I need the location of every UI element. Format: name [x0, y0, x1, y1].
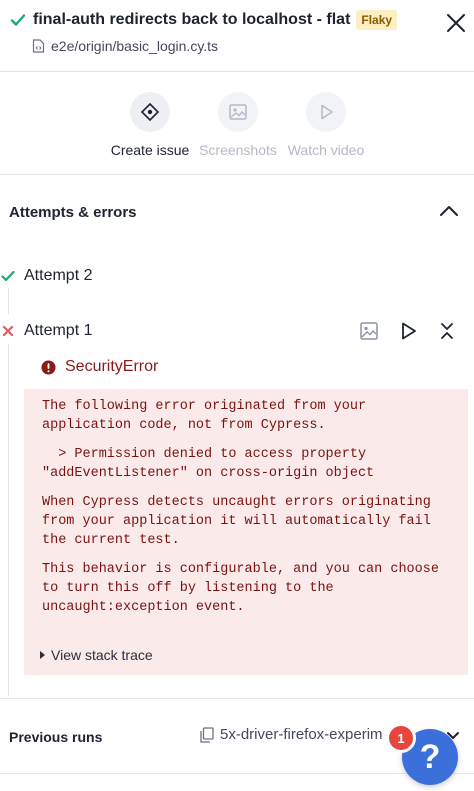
chevron-up-icon[interactable] — [438, 203, 460, 219]
create-issue-label: Create issue — [110, 142, 190, 158]
screenshots-circle — [218, 92, 258, 132]
file-icon — [32, 39, 45, 53]
play-icon — [321, 104, 333, 120]
create-issue-circle — [130, 92, 170, 132]
error-message: The following error originated from your… — [42, 397, 452, 617]
attempt-1-tools — [358, 320, 474, 342]
flaky-badge: Flaky — [356, 10, 398, 30]
image-icon — [229, 104, 247, 120]
question-icon: ? — [419, 737, 441, 776]
spec-path-row[interactable]: e2e/origin/basic_login.cy.ts — [32, 38, 218, 54]
view-stack-trace-label: View stack trace — [51, 647, 153, 663]
image-icon — [360, 322, 378, 340]
attempt-2-label: Attempt 2 — [24, 267, 93, 284]
error-line-1: The following error originated from your… — [42, 399, 367, 433]
collapse-icon — [441, 323, 453, 339]
notification-badge: 1 — [386, 723, 416, 753]
previous-runs-title: Previous runs — [9, 729, 103, 745]
error-line-2: > Permission denied to access property "… — [42, 447, 375, 481]
previous-run-branch-name: 5x-driver-firefox-experim — [220, 726, 383, 743]
attempt-1-row[interactable]: Attempt 1 — [0, 322, 92, 340]
previous-run-branch[interactable]: 5x-driver-firefox-experim — [200, 726, 383, 743]
action-bar: Create issue Screenshots Watch video — [0, 72, 474, 175]
check-icon — [10, 14, 26, 26]
attempt-2-row[interactable]: Attempt 2 — [0, 267, 92, 285]
watch-video-button[interactable]: Watch video — [271, 92, 381, 158]
error-line-3: When Cypress detects uncaught errors ori… — [42, 495, 431, 548]
view-stack-trace-button[interactable]: View stack trace — [40, 647, 153, 663]
check-icon — [1, 270, 15, 282]
attempts-section-header[interactable]: Attempts & errors — [0, 176, 474, 248]
watch-video-label: Watch video — [287, 142, 365, 158]
play-icon — [402, 322, 416, 340]
alert-icon — [41, 359, 56, 375]
screenshots-label: Screenshots — [199, 142, 277, 158]
close-button[interactable] — [442, 9, 470, 37]
test-title: final-auth redirects back to localhost -… — [33, 11, 351, 28]
attempt-collapse-button[interactable] — [436, 320, 458, 342]
attempt-screenshot-button[interactable] — [358, 320, 380, 342]
attempt-1-label: Attempt 1 — [24, 322, 93, 339]
error-heading: SecurityError — [41, 358, 158, 376]
error-name: SecurityError — [65, 358, 159, 375]
close-icon — [447, 14, 465, 32]
timeline-line — [8, 288, 9, 314]
caret-right-icon — [40, 651, 45, 659]
copy-icon — [200, 726, 214, 743]
attempt-play-button[interactable] — [397, 320, 419, 342]
title-row: final-auth redirects back to localhost -… — [10, 10, 398, 30]
spec-path: e2e/origin/basic_login.cy.ts — [51, 38, 219, 54]
test-header: final-auth redirects back to localhost -… — [0, 0, 474, 72]
error-message-box: The following error originated from your… — [24, 389, 468, 675]
watch-video-circle — [306, 92, 346, 132]
attempts-section-title: Attempts & errors — [9, 204, 137, 221]
error-line-4: This behavior is configurable, and you c… — [42, 562, 439, 615]
diamond-icon — [140, 102, 160, 122]
x-icon — [2, 325, 14, 337]
timeline-line — [8, 344, 9, 696]
